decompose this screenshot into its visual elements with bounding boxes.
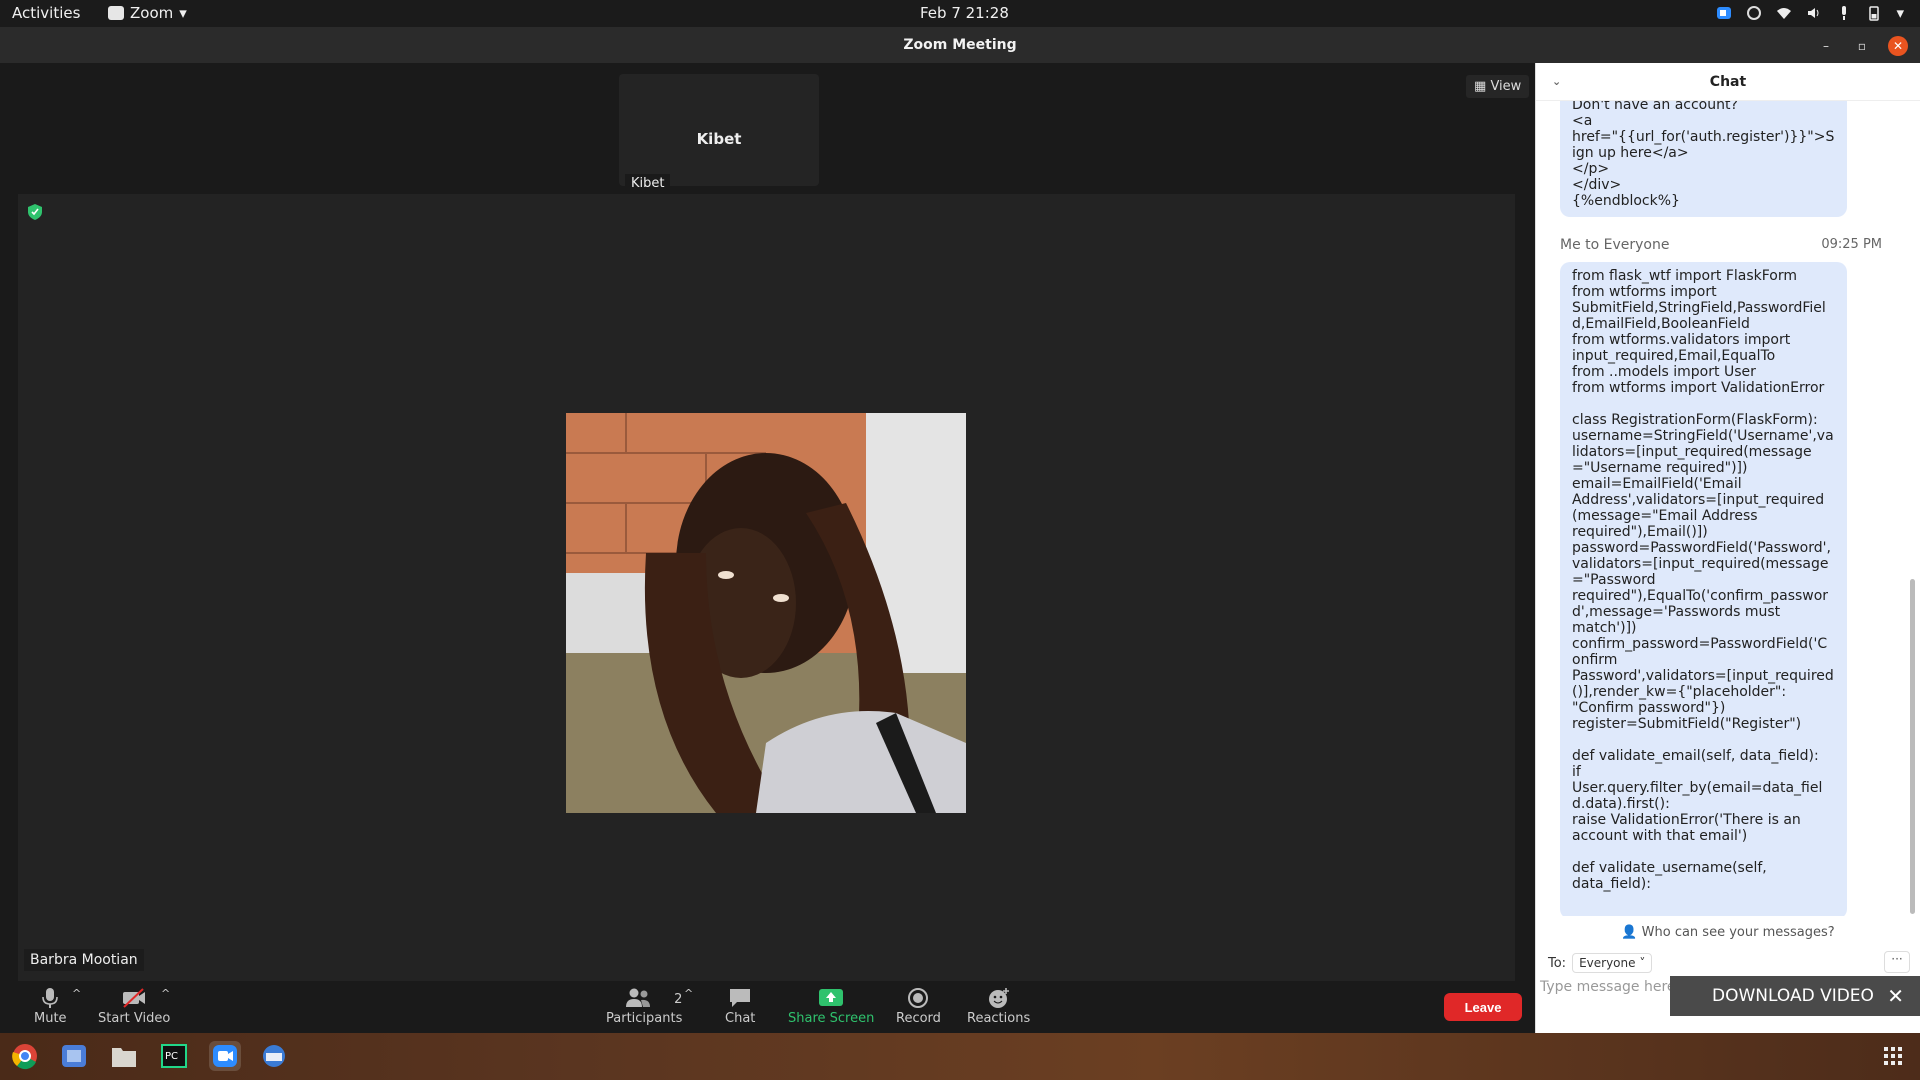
participants-label: Participants xyxy=(606,1011,683,1026)
recipient-select[interactable]: Everyone ˅ xyxy=(1572,953,1653,973)
share-screen-button[interactable]: Share Screen xyxy=(788,987,874,1026)
message-header: Me to Everyone 09:25 PM xyxy=(1560,237,1882,253)
meeting-toolbar: Mute ^ Start Video ^ 2 Participants ^ Ch… xyxy=(0,981,1535,1033)
taskbar-dock: PC xyxy=(0,1033,1920,1080)
window-title-bar: Zoom Meeting xyxy=(0,27,1920,63)
recipient-row: To: Everyone ˅ xyxy=(1548,953,1653,973)
to-label: To: xyxy=(1548,955,1567,971)
chat-scrollbar[interactable] xyxy=(1910,579,1915,914)
chrome-icon[interactable] xyxy=(9,1041,41,1071)
reactions-icon xyxy=(988,988,1009,1008)
who-can-see-label: Who can see your messages? xyxy=(1641,925,1835,940)
profile-photo-art xyxy=(566,413,966,813)
participant-label: Kibet xyxy=(625,174,671,193)
profile-photo xyxy=(566,413,966,813)
system-top-bar: Activities Zoom ▾ Feb 7 21:28 ▾ xyxy=(0,0,1920,27)
mute-label: Mute xyxy=(34,1011,67,1026)
chat-message-bubble[interactable]: from flask_wtf import FlaskForm from wtf… xyxy=(1560,262,1847,916)
view-label: View xyxy=(1490,79,1522,94)
reactions-button[interactable]: Reactions xyxy=(967,987,1030,1026)
participants-count: 2 xyxy=(674,991,683,1007)
person-lock-icon: 👤 xyxy=(1621,925,1638,940)
reactions-label: Reactions xyxy=(967,1011,1031,1026)
download-video-label[interactable]: DOWNLOAD VIDEO xyxy=(1712,986,1874,1006)
mute-button[interactable]: Mute xyxy=(34,987,67,1026)
screenshot-tool-icon[interactable] xyxy=(58,1041,90,1071)
video-options-caret[interactable]: ^ xyxy=(161,987,170,1000)
chat-icon xyxy=(730,989,751,1007)
shield-check-icon[interactable] xyxy=(28,204,42,220)
participant-thumbnail[interactable]: Kibet Kibet xyxy=(619,74,819,193)
chat-message-input[interactable]: Type message here... xyxy=(1540,979,1689,995)
activities-button[interactable]: Activities xyxy=(12,4,80,22)
meeting-area: Kibet Kibet ▦ View Barbra Mootian xyxy=(0,63,1535,981)
zoom-app-icon xyxy=(108,6,124,20)
pycharm-icon[interactable]: PC xyxy=(158,1041,190,1071)
speaker-name-label: Barbra Mootian xyxy=(24,949,144,971)
chevron-down-icon[interactable]: ▾ xyxy=(1896,4,1904,22)
thunderbird-icon[interactable] xyxy=(258,1041,290,1071)
chat-header: ⌄ Chat xyxy=(1536,63,1920,101)
chevron-down-icon: ˅ xyxy=(1639,956,1646,970)
chat-messages[interactable]: Don't have an account? <a href="{{url_fo… xyxy=(1536,101,1908,916)
window-controls: – ▫ ✕ xyxy=(1816,36,1908,56)
files-icon[interactable] xyxy=(108,1041,140,1071)
chat-button[interactable]: Chat xyxy=(725,987,755,1026)
more-options-button[interactable]: ··· xyxy=(1884,951,1910,973)
active-speaker-stage: Barbra Mootian xyxy=(18,194,1515,981)
window-title: Zoom Meeting xyxy=(903,37,1017,53)
message-sender: Me to Everyone xyxy=(1560,237,1670,253)
svg-text:PC: PC xyxy=(165,1051,178,1062)
recipient-value: Everyone xyxy=(1579,956,1636,970)
video-off-icon xyxy=(123,988,146,1008)
audio-options-caret[interactable]: ^ xyxy=(72,987,81,1000)
chat-panel: ⌄ Chat Don't have an account? <a href="{… xyxy=(1535,63,1920,1033)
who-can-see-link[interactable]: 👤 Who can see your messages? xyxy=(1536,925,1920,940)
system-tray[interactable]: ▾ xyxy=(1716,4,1904,22)
zoom-tray-icon[interactable] xyxy=(1716,5,1732,21)
app-menu-label: Zoom xyxy=(130,4,174,22)
chat-message-bubble[interactable]: Don't have an account? <a href="{{url_fo… xyxy=(1560,101,1847,217)
chevron-down-icon[interactable]: ⌄ xyxy=(1552,63,1561,101)
chevron-down-icon: ▾ xyxy=(179,4,187,22)
share-screen-label: Share Screen xyxy=(788,1011,875,1026)
record-icon xyxy=(908,988,929,1008)
record-label: Record xyxy=(896,1011,941,1026)
participants-icon xyxy=(626,988,651,1007)
app-menu[interactable]: Zoom ▾ xyxy=(108,4,187,22)
leave-button[interactable]: Leave xyxy=(1444,993,1522,1021)
wifi-icon[interactable] xyxy=(1776,5,1792,21)
battery-icon[interactable] xyxy=(1866,5,1882,21)
microphone-icon[interactable] xyxy=(1836,5,1852,21)
close-icon[interactable]: ✕ xyxy=(1887,984,1904,1008)
microphone-icon xyxy=(42,988,59,1008)
chat-label: Chat xyxy=(725,1011,756,1026)
participants-options-caret[interactable]: ^ xyxy=(684,987,693,1000)
grid-view-icon: ▦ xyxy=(1474,79,1487,94)
start-video-label: Start Video xyxy=(98,1011,171,1026)
view-button[interactable]: ▦ View xyxy=(1466,75,1530,98)
message-time: 09:25 PM xyxy=(1821,237,1882,252)
download-video-banner[interactable]: DOWNLOAD VIDEO ✕ xyxy=(1670,976,1920,1016)
maximize-button[interactable]: ▫ xyxy=(1852,36,1872,56)
participants-button[interactable]: 2 Participants xyxy=(606,987,682,1026)
chat-title: Chat xyxy=(1709,74,1747,90)
minimize-button[interactable]: – xyxy=(1816,36,1836,56)
volume-icon[interactable] xyxy=(1806,5,1822,21)
show-applications-icon[interactable] xyxy=(1884,1047,1902,1065)
slack-icon[interactable] xyxy=(1746,5,1762,21)
record-button[interactable]: Record xyxy=(896,987,941,1026)
zoom-icon[interactable] xyxy=(209,1041,241,1071)
start-video-button[interactable]: Start Video xyxy=(98,987,170,1026)
participant-name: Kibet xyxy=(696,130,742,148)
clock[interactable]: Feb 7 21:28 xyxy=(920,4,1009,22)
share-screen-icon xyxy=(819,989,844,1006)
close-button[interactable]: ✕ xyxy=(1888,36,1908,56)
